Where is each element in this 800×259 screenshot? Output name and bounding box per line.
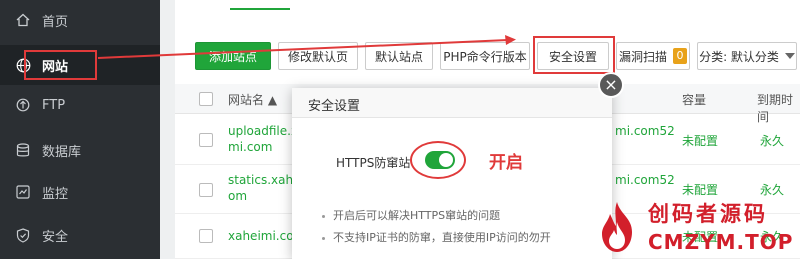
watermark: 创码者源码 CMZYM.TOP <box>590 196 800 259</box>
bullet-icon <box>322 236 325 240</box>
close-dialog-button[interactable]: × <box>598 72 624 98</box>
flame-logo-icon <box>602 202 632 252</box>
bullet-icon <box>322 214 325 218</box>
watermark-en: CMZYM.TOP <box>648 230 794 254</box>
highlight-circle-toggle <box>410 141 466 179</box>
security-settings-dialog: 安全设置 HTTPS防窜站 开启 开启后可以解决HTTPS窜站的问题 不支持IP… <box>292 88 612 259</box>
annotation-enable-label: 开启 <box>489 153 523 173</box>
https-anti-hijack-label: HTTPS防窜站 <box>336 156 411 170</box>
dialog-header: 安全设置 <box>292 88 612 118</box>
close-icon: × <box>604 75 618 94</box>
dialog-title: 安全设置 <box>308 99 361 114</box>
watermark-cn: 创码者源码 <box>648 202 768 226</box>
tip-text: 开启后可以解决HTTPS窜站的问题 <box>333 209 501 222</box>
tip-item: 不支持IP证书的防窜，直接使用IP访问的勿开 <box>322 229 551 245</box>
tip-item: 开启后可以解决HTTPS窜站的问题 <box>322 207 500 223</box>
tip-text: 不支持IP证书的防窜，直接使用IP访问的勿开 <box>333 231 551 244</box>
